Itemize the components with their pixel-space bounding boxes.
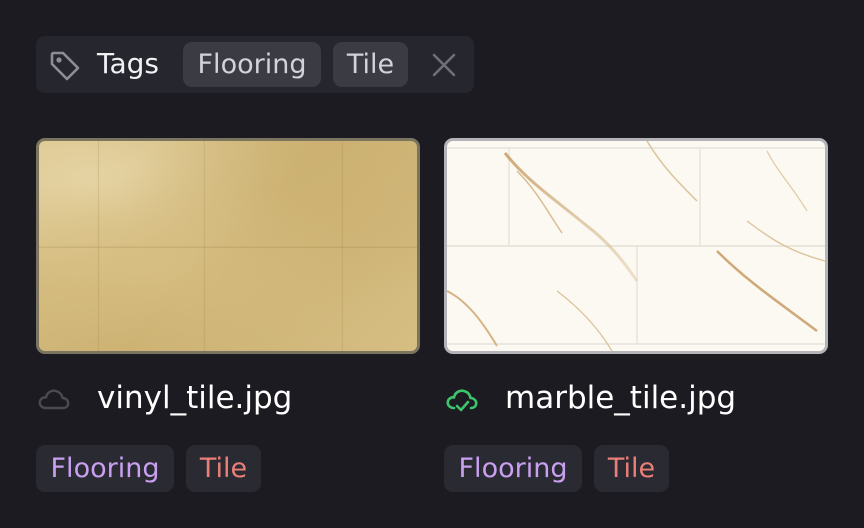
file-name[interactable]: marble_tile.jpg bbox=[505, 376, 736, 420]
filter-label: Tags bbox=[97, 47, 159, 80]
file-thumbnail-vinyl-tile[interactable] bbox=[36, 138, 420, 354]
filter-chip-flooring[interactable]: Flooring bbox=[183, 42, 321, 87]
filter-chip-tile[interactable]: Tile bbox=[333, 42, 408, 87]
tag-icon bbox=[50, 51, 80, 81]
close-icon[interactable] bbox=[431, 52, 457, 78]
tag-tile[interactable]: Tile bbox=[186, 445, 261, 492]
tag-flooring[interactable]: Flooring bbox=[444, 445, 582, 492]
cloud-icon bbox=[38, 389, 70, 410]
tag-flooring[interactable]: Flooring bbox=[36, 445, 174, 492]
tag-tile[interactable]: Tile bbox=[594, 445, 669, 492]
file-thumbnail-marble-tile[interactable] bbox=[444, 138, 828, 354]
cloud-check-icon bbox=[446, 389, 478, 412]
tag-filter-bar: Tags Flooring Tile bbox=[36, 36, 474, 93]
file-name[interactable]: vinyl_tile.jpg bbox=[97, 376, 292, 420]
